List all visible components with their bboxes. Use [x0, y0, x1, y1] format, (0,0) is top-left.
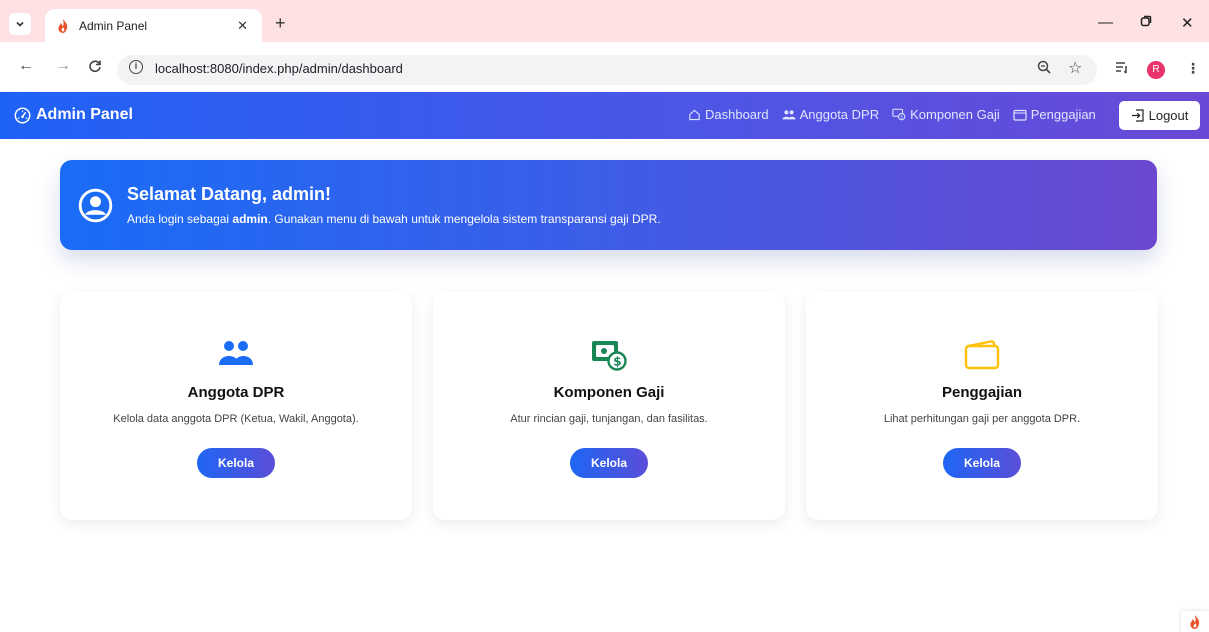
welcome-title: Selamat Datang, admin!: [127, 184, 332, 204]
bookmark-star-icon[interactable]: ☆: [1068, 58, 1082, 78]
nav-link-dashboard[interactable]: Dashboard: [688, 107, 769, 122]
nav-link-anggota-dpr[interactable]: Anggota DPR: [782, 107, 880, 122]
cash-icon: $: [592, 341, 627, 371]
restore-icon: [1140, 15, 1152, 27]
tab-search-button[interactable]: [9, 13, 31, 35]
house-icon: [689, 109, 700, 121]
logout-button[interactable]: Logout: [1119, 101, 1200, 130]
reading-list-icon[interactable]: [1115, 60, 1129, 77]
welcome-subtitle: Anda login sebagai admin. Gunakan menu d…: [127, 212, 661, 226]
wallet-icon: [1013, 109, 1027, 121]
site-info-icon[interactable]: i: [129, 60, 143, 74]
card-anggota-dpr: Anggota DPR Kelola data anggota DPR (Ket…: [60, 292, 412, 520]
card-title: Anggota DPR: [187, 384, 285, 401]
kelola-komponen-button[interactable]: Kelola: [570, 448, 648, 478]
url-text[interactable]: localhost:8080/index.php/admin/dashboard: [155, 61, 403, 76]
debug-toolbar-button[interactable]: [1181, 611, 1209, 632]
card-penggajian: Penggajian Lihat perhitungan gaji per an…: [806, 292, 1158, 520]
nav-link-label: Penggajian: [1030, 107, 1096, 122]
nav-link-label: Anggota DPR: [799, 107, 880, 122]
welcome-subtitle-suffix: . Gunakan menu di bawah untuk mengelola …: [267, 212, 661, 226]
nav-link-penggajian[interactable]: Penggajian: [1013, 107, 1096, 122]
chevron-down-icon: [16, 21, 24, 27]
welcome-subtitle-prefix: Anda login sebagai: [127, 212, 233, 226]
card-description: Lihat perhitungan gaji per anggota DPR.: [883, 413, 1081, 425]
kelola-anggota-button[interactable]: Kelola: [197, 448, 275, 478]
nav-link-label: Dashboard: [705, 107, 769, 122]
flame-icon: [1190, 614, 1200, 629]
tab-title: Admin Panel: [79, 18, 148, 33]
svg-text:$: $: [901, 114, 904, 120]
welcome-username: admin: [232, 212, 268, 226]
zoom-icon[interactable]: [1037, 60, 1051, 77]
flame-favicon-icon: [58, 18, 68, 33]
people-icon: [782, 109, 796, 119]
speedometer-icon: [14, 107, 31, 123]
logout-icon: [1131, 109, 1144, 122]
nav-link-label: Komponen Gaji: [910, 107, 1000, 122]
profile-avatar[interactable]: R: [1147, 61, 1165, 79]
close-tab-icon[interactable]: ✕: [237, 18, 248, 34]
browser-tab[interactable]: Admin Panel ✕: [45, 9, 262, 42]
card-title: Penggajian: [941, 384, 1023, 401]
card-description: Atur rincian gaji, tunjangan, dan fasili…: [510, 413, 708, 425]
brand[interactable]: Admin Panel: [14, 106, 133, 124]
people-icon: [219, 341, 253, 365]
minimize-button[interactable]: —: [1098, 14, 1113, 31]
welcome-banner: [60, 160, 1157, 250]
forward-arrow-icon[interactable]: →: [55, 57, 71, 75]
reload-icon[interactable]: [88, 57, 102, 78]
restore-button[interactable]: [1140, 14, 1152, 31]
new-tab-button[interactable]: +: [275, 14, 286, 32]
close-window-button[interactable]: ✕: [1181, 14, 1194, 32]
user-circle-icon: [78, 188, 113, 223]
card-description: Kelola data anggota DPR (Ketua, Wakil, A…: [113, 413, 359, 425]
wallet-icon: [964, 340, 1000, 370]
card-komponen-gaji: $ Komponen Gaji Atur rincian gaji, tunja…: [433, 292, 785, 520]
logout-label: Logout: [1148, 108, 1189, 123]
nav-links: Dashboard Anggota DPR $ Komponen Gaji Pe…: [688, 107, 1096, 122]
cash-icon: $: [892, 108, 906, 120]
brand-title: Admin Panel: [36, 106, 133, 123]
back-arrow-icon[interactable]: ←: [18, 57, 34, 75]
kebab-menu-icon[interactable]: ⋮: [1186, 60, 1200, 77]
kelola-penggajian-button[interactable]: Kelola: [943, 448, 1021, 478]
svg-text:$: $: [613, 355, 621, 369]
nav-link-komponen-gaji[interactable]: $ Komponen Gaji: [892, 107, 1000, 122]
card-title: Komponen Gaji: [553, 384, 665, 401]
